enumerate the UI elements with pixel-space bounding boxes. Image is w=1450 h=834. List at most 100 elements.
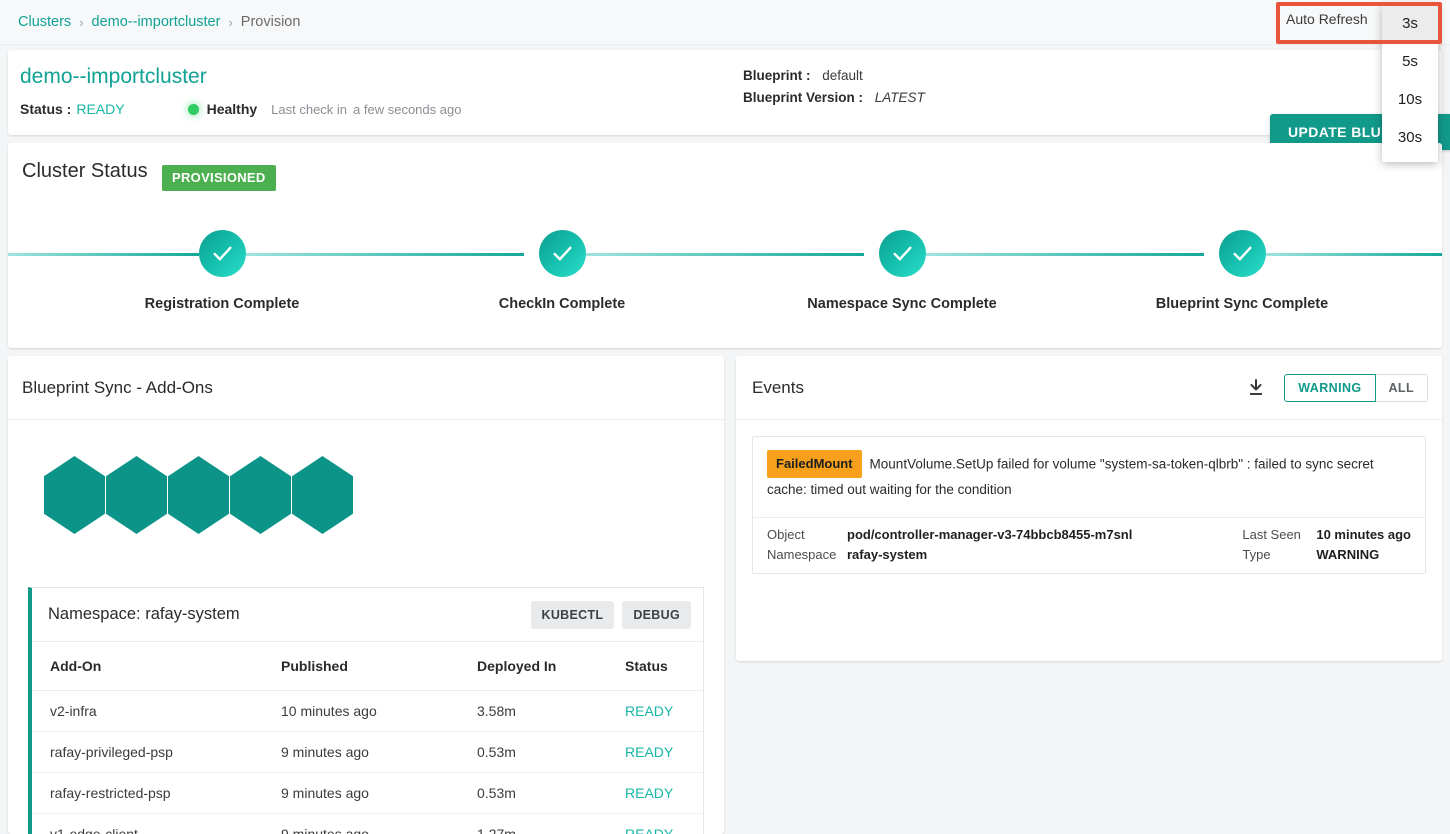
event-meta: Object pod/controller-manager-v3-74bbcb8… bbox=[753, 516, 1425, 573]
auto-refresh-option-5s[interactable]: 5s bbox=[1382, 42, 1438, 80]
blueprint-label: Blueprint : bbox=[743, 68, 811, 83]
column-header-deployed-in: Deployed In bbox=[459, 642, 607, 691]
namespace-section: Namespace: rafay-system KUBECTL DEBUG Ad… bbox=[28, 587, 704, 834]
page-title: demo--importcluster bbox=[20, 65, 207, 88]
addon-name: rafay-privileged-psp bbox=[32, 731, 263, 773]
events-header: Events WARNING ALL bbox=[736, 356, 1442, 420]
blueprint-version-value: LATEST bbox=[874, 90, 925, 105]
check-icon bbox=[893, 246, 912, 261]
cluster-status-card: Cluster Status PROVISIONED Registration … bbox=[8, 143, 1442, 348]
download-icon[interactable] bbox=[1246, 378, 1266, 398]
addon-hexagon[interactable] bbox=[168, 456, 229, 534]
events-filter-group: WARNING ALL bbox=[1284, 373, 1428, 402]
addon-published: 9 minutes ago bbox=[263, 813, 459, 834]
addon-deployed-in: 0.53m bbox=[459, 731, 607, 773]
breadcrumb-item-clusters[interactable]: Clusters bbox=[18, 14, 71, 30]
event-namespace-value: rafay-system bbox=[847, 546, 928, 562]
events-toolbar: WARNING ALL bbox=[1246, 373, 1428, 402]
table-row[interactable]: rafay-privileged-psp 9 minutes ago 0.53m RE… bbox=[32, 731, 703, 773]
namespace-title: Namespace: rafay-system bbox=[48, 605, 240, 623]
addon-hexagon-row bbox=[44, 456, 354, 534]
blueprint-value: default bbox=[822, 68, 863, 83]
stepper-step-circle bbox=[879, 230, 926, 277]
blueprint-sync-title: Blueprint Sync - Add-Ons bbox=[22, 377, 213, 397]
blueprint-sync-header: Blueprint Sync - Add-Ons bbox=[8, 356, 724, 420]
column-header-status: Status bbox=[607, 642, 703, 691]
addon-name: v2-infra bbox=[32, 690, 263, 732]
addon-hexagon[interactable] bbox=[106, 456, 167, 534]
event-object-label: Object bbox=[767, 526, 805, 542]
addon-published: 9 minutes ago bbox=[263, 772, 459, 814]
stepper-step-label: Registration Complete bbox=[144, 296, 300, 312]
addon-hexagon[interactable] bbox=[292, 456, 353, 534]
event-reason-badge: FailedMount bbox=[767, 450, 862, 479]
stepper-connector bbox=[926, 253, 1204, 256]
event-type-label: Type bbox=[1242, 546, 1271, 562]
check-icon bbox=[213, 246, 232, 261]
blueprint-sync-card: Blueprint Sync - Add-Ons Namespace: rafa… bbox=[8, 356, 724, 834]
event-object-value: pod/controller-manager-v3-74bbcb8455-m7s… bbox=[847, 526, 1133, 542]
provision-page: Clusters › demo--importcluster › Provisi… bbox=[0, 0, 1450, 834]
stepper-step-label: CheckIn Complete bbox=[498, 296, 626, 312]
addon-published: 10 minutes ago bbox=[263, 690, 459, 732]
debug-button[interactable]: DEBUG bbox=[622, 600, 691, 629]
provisioned-badge: PROVISIONED bbox=[162, 165, 276, 191]
cluster-status-title: Cluster Status bbox=[22, 160, 148, 182]
addon-hexagon[interactable] bbox=[230, 456, 291, 534]
addon-deployed-in: 0.53m bbox=[459, 772, 607, 814]
addon-status: READY bbox=[607, 772, 703, 814]
filter-warning-button[interactable]: WARNING bbox=[1284, 373, 1376, 402]
table-row[interactable]: rafay-restricted-psp 9 minutes ago 0.53m RE… bbox=[32, 772, 703, 814]
auto-refresh-option-10s[interactable]: 10s bbox=[1382, 80, 1438, 118]
event-meta-left: Object pod/controller-manager-v3-74bbcb8… bbox=[767, 527, 1132, 562]
breadcrumb: Clusters › demo--importcluster › Provisi… bbox=[0, 0, 1450, 45]
health-indicator: Healthy bbox=[187, 101, 258, 117]
column-header-addon: Add-On bbox=[32, 642, 263, 691]
addon-name: rafay-restricted-psp bbox=[32, 772, 263, 814]
event-lastseen-value: 10 minutes ago bbox=[1316, 526, 1411, 542]
auto-refresh-option-3s[interactable]: 3s bbox=[1382, 4, 1438, 42]
kubectl-button[interactable]: KUBECTL bbox=[530, 600, 615, 629]
column-header-published: Published bbox=[263, 642, 459, 691]
breadcrumb-item-cluster[interactable]: demo--importcluster bbox=[92, 14, 221, 30]
auto-refresh-label[interactable]: Auto Refresh bbox=[1286, 11, 1368, 27]
table-row[interactable]: v1-edge-client 9 minutes ago 1.27m READY bbox=[32, 813, 703, 834]
addon-status: READY bbox=[607, 690, 703, 732]
stepper-connector bbox=[8, 253, 199, 256]
breadcrumb-separator-icon: › bbox=[79, 14, 84, 30]
addon-name: v1-edge-client bbox=[32, 813, 263, 834]
namespace-header: Namespace: rafay-system KUBECTL DEBUG bbox=[32, 588, 703, 642]
event-message-row: FailedMount MountVolume.SetUp failed for … bbox=[753, 437, 1425, 517]
stepper-step-circle bbox=[199, 230, 246, 277]
status-badge: READY bbox=[76, 101, 125, 117]
events-title: Events bbox=[752, 377, 804, 397]
health-label: Healthy bbox=[206, 101, 258, 117]
namespace-actions: KUBECTL DEBUG bbox=[530, 600, 691, 629]
breadcrumb-separator-icon: › bbox=[228, 14, 233, 30]
blueprint-row: Blueprint : default bbox=[743, 68, 925, 83]
addon-status: READY bbox=[607, 731, 703, 773]
auto-refresh-option-30s[interactable]: 30s bbox=[1382, 118, 1438, 156]
provision-stepper: Registration Complete CheckIn Complete Nam… bbox=[8, 221, 1442, 331]
table-header-row: Add-On Published Deployed In Status bbox=[32, 642, 703, 691]
addon-hexagon[interactable] bbox=[44, 456, 105, 534]
addons-table: Add-On Published Deployed In Status v2-i… bbox=[32, 642, 703, 834]
event-type-value: WARNING bbox=[1316, 546, 1380, 562]
status-label: Status : bbox=[20, 101, 72, 117]
stepper-step-circle bbox=[1219, 230, 1266, 277]
event-lastseen-label: Last Seen bbox=[1242, 526, 1301, 542]
last-checkin-value: a few seconds ago bbox=[353, 101, 462, 117]
event-namespace-label: Namespace bbox=[767, 546, 837, 562]
table-row[interactable]: v2-infra 10 minutes ago 3.58m READY bbox=[32, 690, 703, 732]
health-dot-icon bbox=[187, 103, 199, 115]
event-item: FailedMount MountVolume.SetUp failed for … bbox=[752, 436, 1426, 574]
stepper-step-label: Blueprint Sync Complete bbox=[1155, 296, 1329, 312]
stepper-connector bbox=[1266, 253, 1442, 256]
cluster-header-card: demo--importcluster Status : READY Healt… bbox=[8, 50, 1450, 150]
auto-refresh-dropdown[interactable]: 3s 5s 10s 30s bbox=[1382, 4, 1438, 162]
addon-published: 9 minutes ago bbox=[263, 731, 459, 773]
stepper-step-circle bbox=[539, 230, 586, 277]
stepper-step-label: Namespace Sync Complete bbox=[807, 296, 997, 312]
filter-all-button[interactable]: ALL bbox=[1375, 373, 1428, 402]
addon-deployed-in: 1.27m bbox=[459, 813, 607, 834]
